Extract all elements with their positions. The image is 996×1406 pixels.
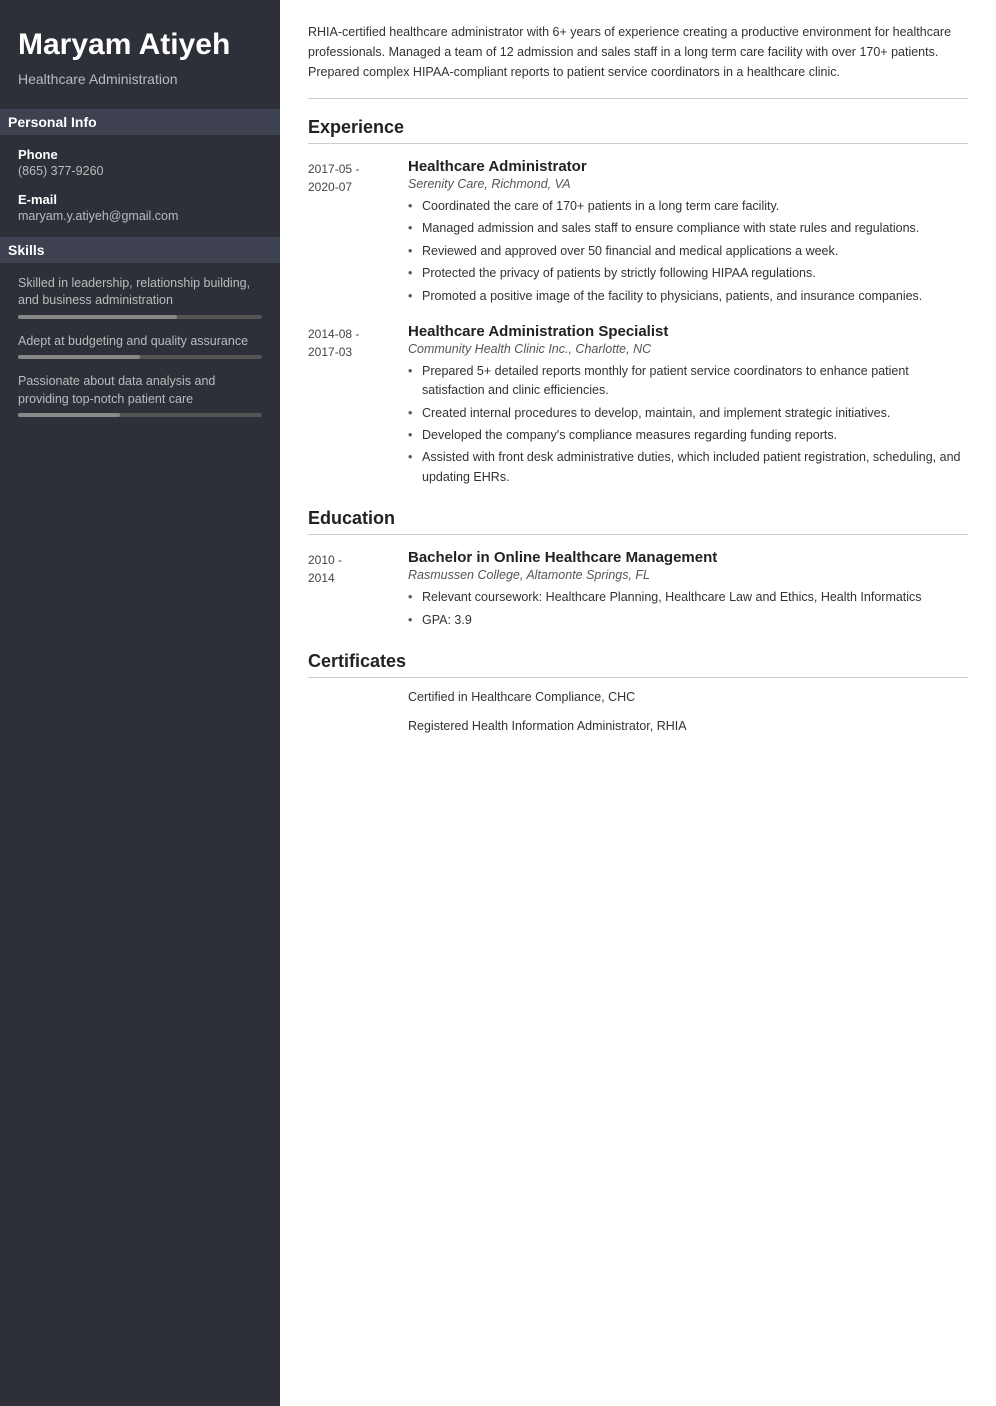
certificates-section: Certificates Certified in Healthcare Com… [308, 651, 968, 736]
skills-header: Skills [0, 237, 280, 263]
email-value: maryam.y.atiyeh@gmail.com [18, 209, 262, 223]
edu-bullets: Relevant coursework: Healthcare Planning… [408, 588, 968, 630]
skill-bar-background [18, 413, 262, 417]
email-label: E-mail [18, 192, 262, 207]
phone-value: (865) 377-9260 [18, 164, 262, 178]
bullet-item: Reviewed and approved over 50 financial … [408, 242, 968, 261]
main-content: RHIA-certified healthcare administrator … [280, 0, 996, 1406]
phone-label: Phone [18, 147, 262, 162]
skill-item: Skilled in leadership, relationship buil… [18, 275, 262, 319]
summary-text: RHIA-certified healthcare administrator … [308, 22, 968, 99]
bullet-item: Promoted a positive image of the facilit… [408, 287, 968, 306]
certificates-title: Certificates [308, 651, 968, 678]
personal-info-header: Personal Info [0, 109, 280, 135]
experience-entry: 2017-05 -2020-07Healthcare Administrator… [308, 158, 968, 309]
skill-item: Passionate about data analysis and provi… [18, 373, 262, 417]
certificate-item: Certified in Healthcare Compliance, CHC [408, 688, 968, 707]
entry-content: Healthcare Administrator Serenity Care, R… [408, 158, 968, 309]
candidate-name: Maryam Atiyeh [18, 28, 262, 63]
bullet-item: Relevant coursework: Healthcare Planning… [408, 588, 968, 607]
education-entry: 2010 -2014Bachelor in Online Healthcare … [308, 549, 968, 633]
entry-bullets: Coordinated the care of 170+ patients in… [408, 197, 968, 306]
experience-entries: 2017-05 -2020-07Healthcare Administrator… [308, 158, 968, 490]
skill-text: Passionate about data analysis and provi… [18, 373, 262, 408]
bullet-item: Managed admission and sales staff to ens… [408, 219, 968, 238]
edu-date: 2010 -2014 [308, 549, 408, 633]
bullet-item: GPA: 3.9 [408, 611, 968, 630]
education-section: Education 2010 -2014Bachelor in Online H… [308, 508, 968, 633]
entry-content: Healthcare Administration Specialist Comm… [408, 323, 968, 490]
skill-item: Adept at budgeting and quality assurance [18, 333, 262, 360]
job-title: Healthcare Administration Specialist [408, 323, 968, 340]
entry-date: 2017-05 -2020-07 [308, 158, 408, 309]
job-title: Healthcare Administrator [408, 158, 968, 175]
education-title: Education [308, 508, 968, 535]
entry-bullets: Prepared 5+ detailed reports monthly for… [408, 362, 968, 487]
experience-entry: 2014-08 -2017-03Healthcare Administratio… [308, 323, 968, 490]
experience-title: Experience [308, 117, 968, 144]
skill-bar-background [18, 355, 262, 359]
sidebar: Maryam Atiyeh Healthcare Administration … [0, 0, 280, 1406]
skill-bar-background [18, 315, 262, 319]
experience-section: Experience 2017-05 -2020-07Healthcare Ad… [308, 117, 968, 490]
entry-date: 2014-08 -2017-03 [308, 323, 408, 490]
education-entries: 2010 -2014Bachelor in Online Healthcare … [308, 549, 968, 633]
bullet-item: Prepared 5+ detailed reports monthly for… [408, 362, 968, 401]
company-name: Community Health Clinic Inc., Charlotte,… [408, 342, 968, 356]
company-name: Serenity Care, Richmond, VA [408, 177, 968, 191]
skill-text: Skilled in leadership, relationship buil… [18, 275, 262, 310]
candidate-profession: Healthcare Administration [18, 71, 262, 87]
bullet-item: Coordinated the care of 170+ patients in… [408, 197, 968, 216]
edu-content: Bachelor in Online Healthcare Management… [408, 549, 968, 633]
skill-bar-fill [18, 315, 177, 319]
skill-bar-fill [18, 355, 140, 359]
certificate-item: Registered Health Information Administra… [408, 717, 968, 736]
bullet-item: Developed the company's compliance measu… [408, 426, 968, 445]
degree-title: Bachelor in Online Healthcare Management [408, 549, 968, 566]
bullet-item: Created internal procedures to develop, … [408, 404, 968, 423]
skill-text: Adept at budgeting and quality assurance [18, 333, 262, 351]
skills-list: Skilled in leadership, relationship buil… [18, 275, 262, 418]
bullet-item: Assisted with front desk administrative … [408, 448, 968, 487]
school-name: Rasmussen College, Altamonte Springs, FL [408, 568, 968, 582]
skill-bar-fill [18, 413, 120, 417]
certificates-list: Certified in Healthcare Compliance, CHC R… [308, 688, 968, 736]
bullet-item: Protected the privacy of patients by str… [408, 264, 968, 283]
